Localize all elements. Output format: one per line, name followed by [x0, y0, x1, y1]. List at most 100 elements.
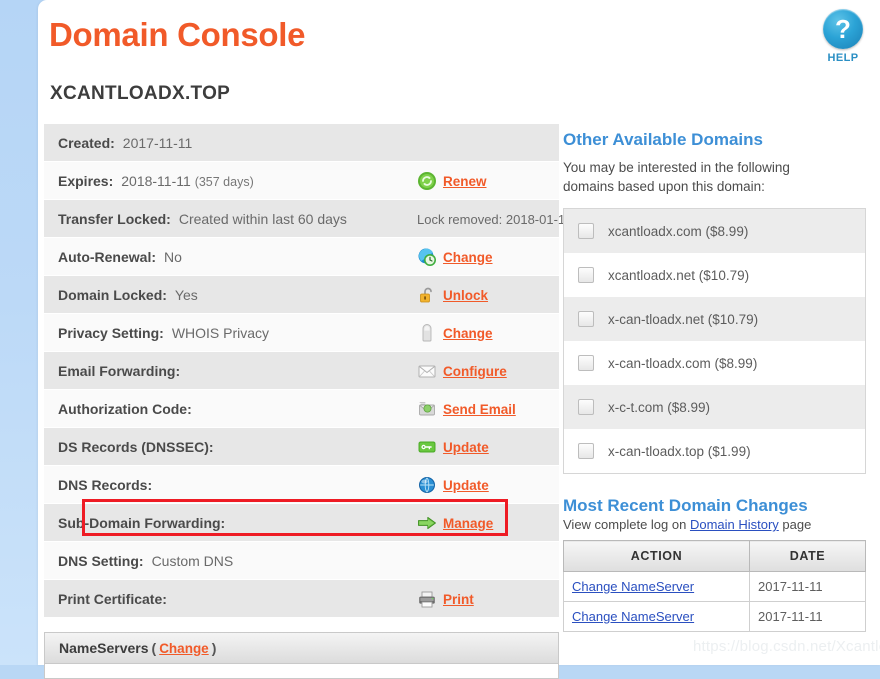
detail-label: Privacy Setting: [58, 324, 164, 341]
nameservers-header: NameServers ( Change ) [45, 633, 558, 664]
detail-action: Manage [417, 504, 493, 542]
detail-action: Print [417, 580, 474, 618]
detail-value-text: WHOIS Privacy [171, 324, 270, 341]
changes-sub-pre: View complete log on [563, 517, 690, 532]
action-link-renew[interactable]: Renew [443, 174, 487, 189]
recent-changes-subtitle: View complete log on Domain History page [563, 517, 873, 532]
detail-label: Transfer Locked: [58, 210, 171, 227]
detail-row: Privacy Setting: WHOIS Privacy Change [44, 314, 559, 352]
detail-value-text: Yes [174, 286, 198, 303]
nameservers-body [45, 664, 558, 678]
domain-checkbox[interactable] [578, 355, 594, 371]
action-link-change[interactable]: Change [443, 250, 493, 265]
available-domains-list: xcantloadx.com ($8.99) xcantloadx.net ($1… [563, 208, 866, 474]
question-mark-icon: ? [823, 9, 863, 49]
detail-value-sub: (357 days) [194, 174, 254, 189]
available-domain-row[interactable]: x-c-t.com ($8.99) [564, 385, 865, 429]
detail-value: Created within last 60 days [179, 211, 347, 227]
changes-date-cell: 2017-11-11 [749, 601, 866, 632]
detail-label: Auto-Renewal: [58, 248, 156, 265]
domain-checkbox[interactable] [578, 399, 594, 415]
detail-row: Email Forwarding: Configure [44, 352, 559, 390]
changes-date-cell: 2017-11-11 [749, 571, 866, 602]
detail-row: Created: 2017-11-11 [44, 124, 559, 162]
domain-label: x-can-tloadx.net ($10.79) [608, 311, 759, 327]
nameservers-change-link[interactable]: Change [159, 641, 209, 656]
page-title: Domain Console [49, 16, 306, 53]
other-domains-intro: You may be interested in the following d… [563, 160, 790, 194]
detail-action: Update [417, 428, 489, 466]
domain-checkbox[interactable] [578, 311, 594, 327]
domain-checkbox[interactable] [578, 267, 594, 283]
recent-changes-table: ACTION DATE Change NameServer 2017-11-11 Ch… [563, 540, 866, 632]
detail-value-text: Custom DNS [151, 552, 234, 569]
domain-name-heading: XCANTLOADX.TOP [50, 83, 231, 104]
help-button[interactable]: ? HELP [815, 9, 871, 64]
domain-checkbox[interactable] [578, 443, 594, 459]
detail-label: Domain Locked: [58, 286, 167, 303]
action-link-update[interactable]: Update [443, 440, 489, 455]
detail-value-text: 2018-11-11 [121, 172, 191, 189]
detail-label: Sub-Domain Forwarding: [58, 514, 226, 531]
action-link-unlock[interactable]: Unlock [443, 288, 488, 303]
domain-label: x-c-t.com ($8.99) [608, 399, 711, 415]
action-link-update[interactable]: Update [443, 478, 489, 493]
change-nameserver-link[interactable]: Change NameServer [572, 579, 694, 594]
detail-value: Custom DNS [152, 553, 234, 569]
available-domain-row[interactable]: xcantloadx.com ($8.99) [564, 209, 865, 253]
detail-row: Domain Locked: Yes Unlock [44, 276, 559, 314]
tag-icon [422, 324, 432, 342]
action-link-configure[interactable]: Configure [443, 364, 507, 379]
key-icon [418, 441, 436, 453]
detail-row: Print Certificate: Print [44, 580, 559, 618]
detail-row: Authorization Code: Send Email [44, 390, 559, 428]
green-arrow-icon [418, 516, 436, 530]
detail-label: Authorization Code: [58, 400, 192, 417]
detail-value-text: 2017-11-11 [122, 134, 193, 151]
available-domain-row[interactable]: x-can-tloadx.com ($8.99) [564, 341, 865, 385]
available-domain-row[interactable]: xcantloadx.net ($10.79) [564, 253, 865, 297]
detail-action: Change [417, 238, 493, 276]
changes-action-cell: Change NameServer [563, 571, 750, 602]
action-link-change[interactable]: Change [443, 326, 493, 341]
detail-value: 2018-11-11 (357 days) [121, 173, 254, 189]
action-link-send-email[interactable]: Send Email [443, 402, 516, 417]
changes-sub-post: page [778, 517, 812, 532]
detail-row: Auto-Renewal: No Change [44, 238, 559, 276]
detail-label: Expires: [58, 172, 114, 189]
close-paren: ) [211, 640, 217, 656]
domain-label: xcantloadx.net ($10.79) [608, 267, 750, 283]
nameservers-panel: NameServers ( Change ) [44, 632, 559, 679]
padlock-open-icon [420, 287, 432, 303]
change-nameserver-link[interactable]: Change NameServer [572, 609, 694, 624]
renew-icon [418, 172, 436, 190]
action-link-print[interactable]: Print [443, 592, 474, 607]
domain-history-link[interactable]: Domain History [690, 517, 779, 532]
mail-send-icon [419, 402, 435, 416]
domain-detail-table: Created: 2017-11-11 Expires: 2018-11-11 (35… [44, 124, 572, 618]
help-label: HELP [827, 52, 859, 64]
changes-header-row: ACTION DATE [563, 540, 866, 572]
available-domain-row[interactable]: x-can-tloadx.net ($10.79) [564, 297, 865, 341]
detail-action: Renew [417, 162, 487, 200]
envelope-icon [418, 365, 436, 378]
watermark-text: https://blog.csdn.net/XcantloadX [693, 638, 880, 655]
detail-value: No [164, 249, 182, 265]
content-card: Domain Console XCANTLOADX.TOP ? HELP Cre… [38, 0, 880, 679]
other-domains-title: Other Available Domains [563, 130, 763, 149]
action-link-manage[interactable]: Manage [443, 516, 493, 531]
domain-checkbox[interactable] [578, 223, 594, 239]
printer-icon [419, 591, 435, 608]
domain-label: x-can-tloadx.com ($8.99) [608, 355, 758, 371]
available-domain-row[interactable]: x-can-tloadx.top ($1.99) [564, 429, 865, 473]
detail-row: DNS Setting: Custom DNS [44, 542, 559, 580]
nameservers-title: NameServers [59, 640, 149, 656]
detail-label: Print Certificate: [58, 590, 167, 607]
detail-value-text: No [164, 248, 182, 265]
changes-action-cell: Change NameServer [563, 601, 750, 632]
sidebar: Other Available Domains You may be inter… [563, 130, 873, 632]
domain-label: x-can-tloadx.top ($1.99) [608, 443, 751, 459]
detail-row: DNS Records: Update [44, 466, 559, 504]
detail-label: DS Records (DNSSEC): [58, 438, 214, 455]
detail-label: Created: [58, 134, 115, 151]
